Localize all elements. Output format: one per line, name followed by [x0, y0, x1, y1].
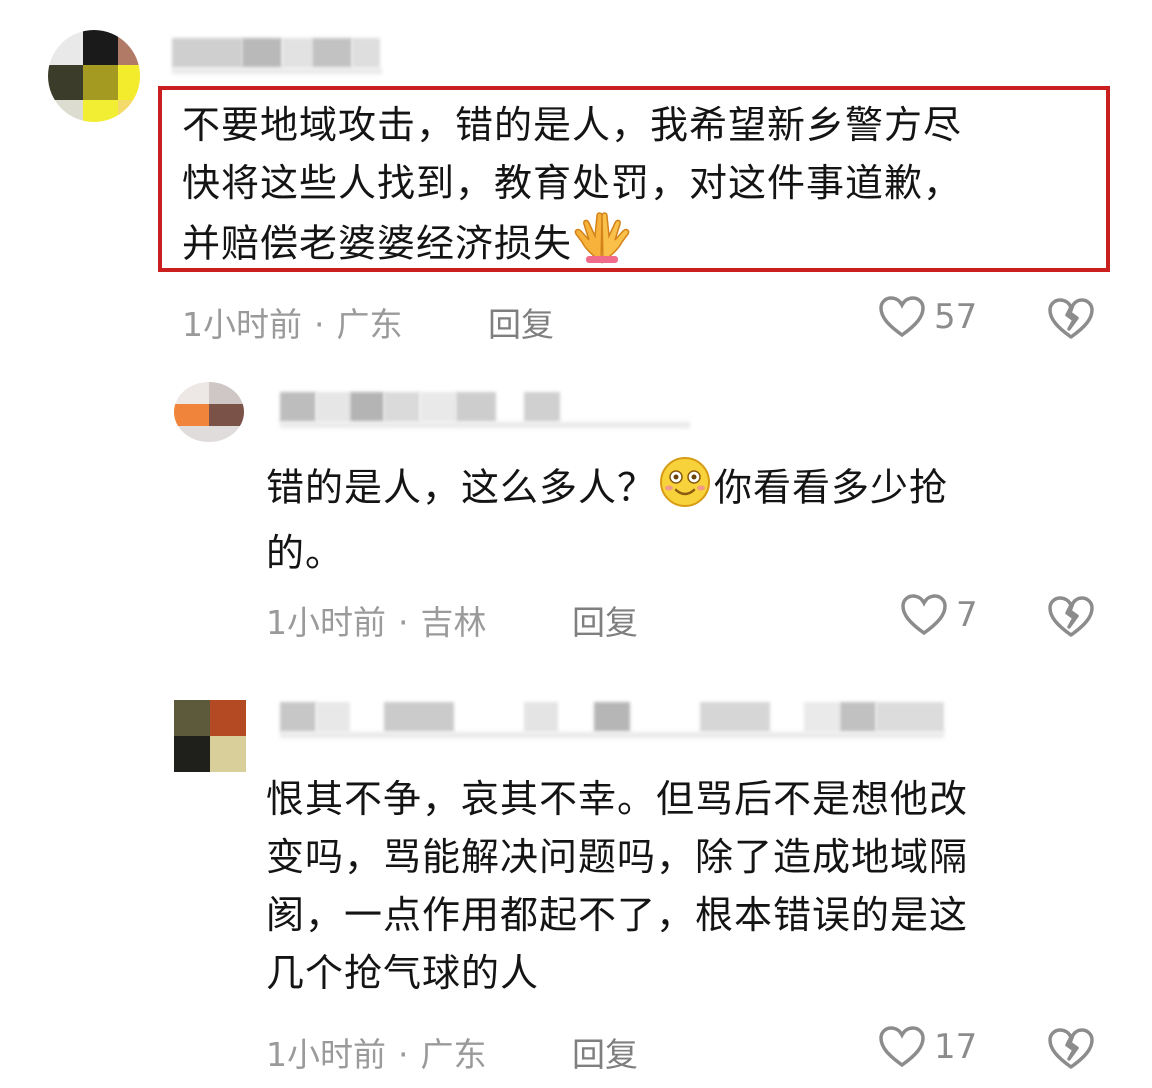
broken-heart-icon — [1048, 298, 1094, 339]
comment-time: 1小时前 — [266, 603, 386, 642]
like-count: 17 — [934, 1027, 978, 1067]
comment-meta: 1小时前 · 广东 — [266, 1028, 487, 1076]
avatar[interactable] — [174, 382, 244, 442]
dislike-button[interactable] — [1046, 296, 1096, 344]
heart-icon — [879, 296, 925, 338]
folded-hands-icon — [572, 212, 632, 280]
username-blurred[interactable] — [280, 702, 944, 738]
comment-text: 不要地域攻击，错的是人，我希望新乡警方尽 快将这些人找到，教育处罚，对这件事道歉… — [182, 96, 962, 280]
reply-button[interactable]: 回复 — [572, 1028, 638, 1076]
username-blurred[interactable] — [280, 392, 690, 428]
separator-dot: · — [398, 603, 409, 642]
dislike-button[interactable] — [1046, 594, 1096, 642]
dislike-button[interactable] — [1046, 1026, 1096, 1074]
like-count: 57 — [934, 297, 978, 337]
comment-time: 1小时前 — [266, 1035, 386, 1074]
like-button[interactable]: 7 — [900, 593, 978, 637]
separator-dot: · — [314, 305, 325, 344]
heart-icon — [901, 594, 947, 636]
like-count: 7 — [956, 595, 978, 635]
broken-heart-icon — [1048, 596, 1094, 637]
like-button[interactable]: 17 — [878, 1025, 977, 1069]
avatar[interactable] — [174, 700, 246, 772]
comment-text: 恨其不争，哀其不幸。但骂后不是想他改 变吗，骂能解决问题吗，除了造成地域隔 阂，… — [266, 777, 969, 995]
reply-button[interactable]: 回复 — [488, 298, 554, 346]
comment-location: 吉林 — [420, 603, 487, 642]
username-blurred[interactable] — [172, 38, 382, 74]
smiling-face-icon — [656, 456, 714, 524]
comment-meta: 1小时前 · 广东 — [182, 298, 403, 346]
separator-dot: · — [398, 1035, 409, 1074]
reply-button[interactable]: 回复 — [572, 596, 638, 644]
comment-location: 广东 — [336, 305, 403, 344]
avatar[interactable] — [48, 30, 140, 122]
comment-time: 1小时前 — [182, 305, 302, 344]
comment-location: 广东 — [420, 1035, 487, 1074]
like-button[interactable]: 57 — [878, 295, 977, 339]
comment-text: 错的是人，这么多人？ 你看看多少抢 的。 — [266, 456, 948, 582]
broken-heart-icon — [1048, 1028, 1094, 1069]
comment-meta: 1小时前 · 吉林 — [266, 596, 487, 644]
heart-icon — [879, 1026, 925, 1068]
